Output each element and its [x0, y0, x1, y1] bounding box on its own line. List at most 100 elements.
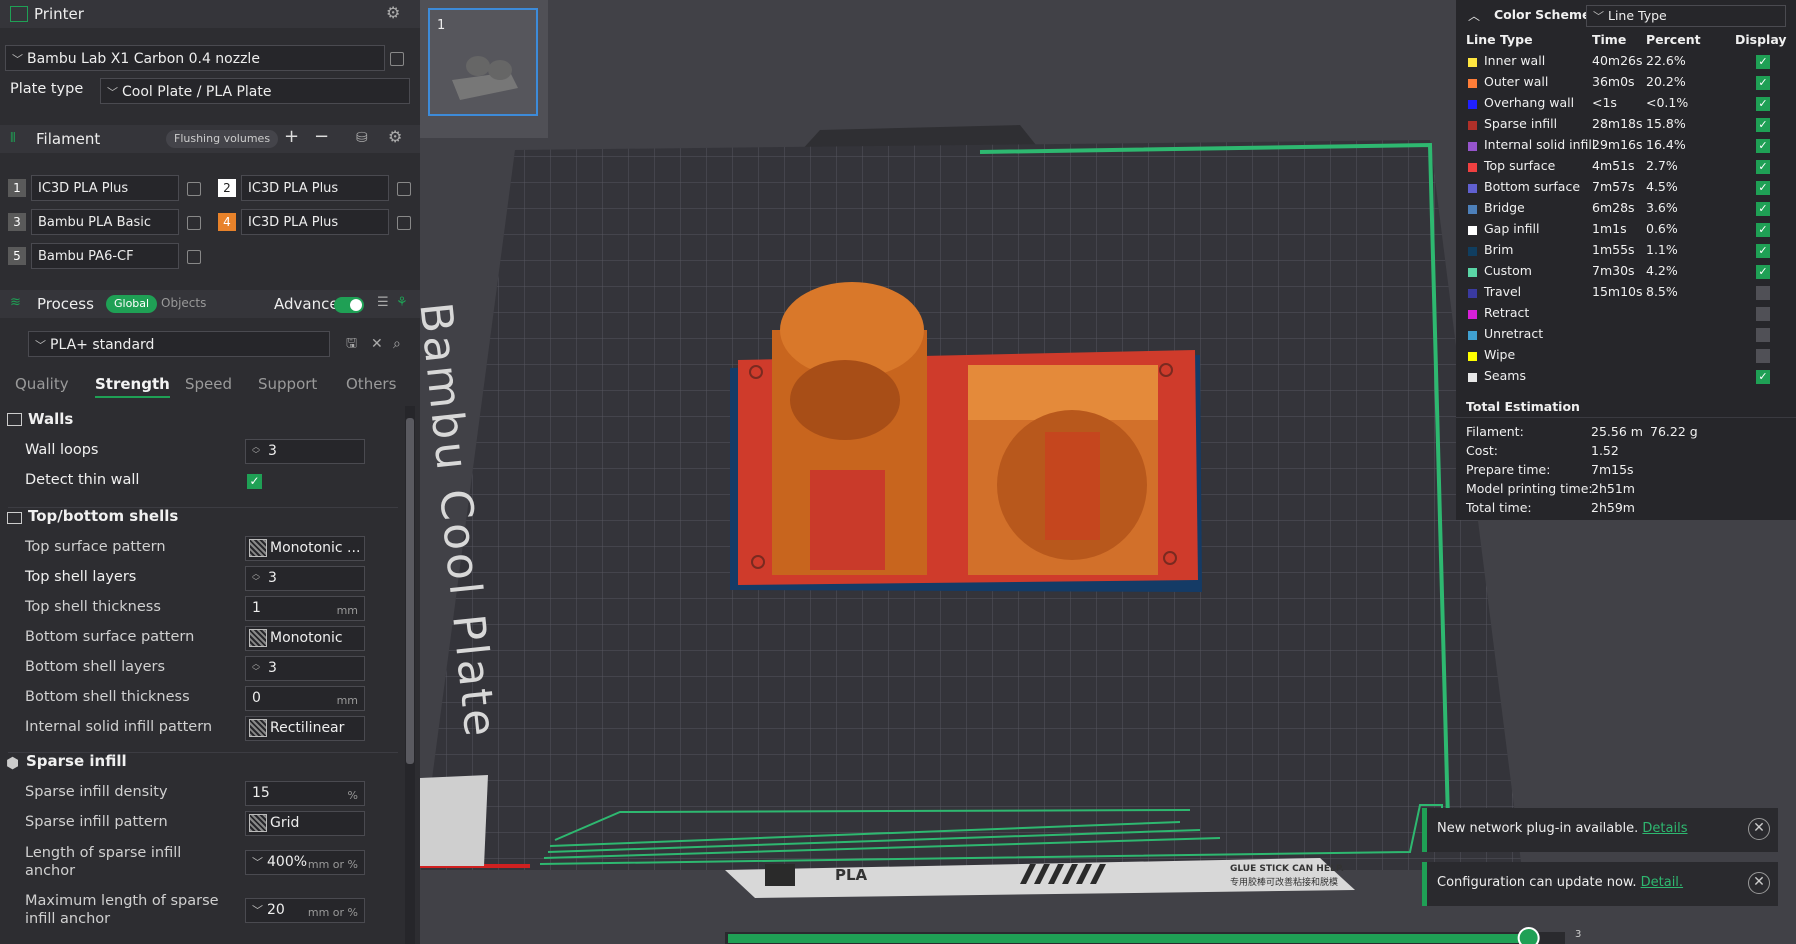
tab-quality[interactable]: Quality — [15, 375, 69, 393]
notification-detail-link[interactable]: Detail. — [1641, 875, 1683, 890]
line-type-name: Unretract — [1484, 326, 1544, 341]
top-shell-layers-value: 3 — [268, 570, 277, 586]
display-checkbox[interactable] — [1756, 307, 1770, 321]
printer-header: Printer ⚙ — [0, 0, 420, 28]
display-checkbox[interactable]: ✓ — [1756, 97, 1770, 111]
wall-loops-input[interactable]: ︿ ﹀ 3 — [245, 439, 365, 464]
line-type-time: 7m30s — [1592, 263, 1635, 278]
delete-preset-icon[interactable]: ✕ — [371, 336, 383, 352]
printer-select[interactable]: ﹀ Bambu Lab X1 Carbon 0.4 nozzle — [5, 45, 385, 71]
display-checkbox[interactable]: ✓ — [1756, 265, 1770, 279]
filament-settings-gear-icon[interactable]: ⚙ — [388, 129, 402, 145]
spin-arrows-icon[interactable]: ︿ ﹀ — [252, 660, 262, 676]
col-line-type: Line Type — [1466, 32, 1533, 47]
tab-strength[interactable]: Strength — [95, 375, 170, 398]
edit-filament-4-icon[interactable] — [397, 216, 411, 230]
objects-toggle[interactable]: Objects — [161, 296, 206, 310]
process-preset-select[interactable]: ﹀ PLA+ standard — [28, 331, 330, 357]
edit-filament-1-icon[interactable] — [187, 182, 201, 196]
display-checkbox[interactable] — [1756, 286, 1770, 300]
filament-5-swatch[interactable]: 5 — [8, 247, 26, 265]
top-surface-pattern-select[interactable]: Monotonic ... — [245, 536, 365, 561]
advance-switch[interactable] — [334, 297, 364, 313]
color-scheme-select[interactable]: ﹀ Line Type — [1586, 5, 1786, 27]
close-icon[interactable]: ✕ — [1748, 872, 1770, 894]
edit-filament-2-icon[interactable] — [397, 182, 411, 196]
sparse-infill-density-input[interactable]: 15% — [245, 781, 365, 806]
layer-slider-label: 3 — [1575, 929, 1582, 940]
filament-2-swatch[interactable]: 2 — [218, 179, 236, 197]
edit-printer-icon[interactable] — [390, 52, 404, 66]
bottom-shell-layers-input[interactable]: ︿ ﹀ 3 — [245, 656, 365, 681]
bottom-surface-pattern-select[interactable]: Monotonic — [245, 626, 365, 651]
top-shell-layers-input[interactable]: ︿ ﹀ 3 — [245, 566, 365, 591]
close-icon[interactable]: ✕ — [1748, 818, 1770, 840]
edit-filament-3-icon[interactable] — [187, 216, 201, 230]
filament-1-select[interactable]: IC3D PLA Plus — [31, 175, 179, 201]
total-value: 2h59m — [1591, 500, 1635, 515]
display-checkbox[interactable] — [1756, 328, 1770, 342]
display-checkbox[interactable]: ✓ — [1756, 244, 1770, 258]
display-checkbox[interactable]: ✓ — [1756, 55, 1770, 69]
sparse-infill-title: Sparse infill — [26, 752, 127, 770]
filament-sync-icon[interactable]: ⛁ — [356, 130, 368, 146]
display-checkbox[interactable]: ✓ — [1756, 139, 1770, 153]
bottom-shell-thickness-label: Bottom shell thickness — [25, 689, 190, 705]
tab-others[interactable]: Others — [346, 375, 396, 393]
detect-thin-wall-label: Detect thin wall — [25, 472, 140, 488]
layer-slider-handle[interactable] — [1517, 927, 1540, 944]
filament-1-swatch[interactable]: 1 — [8, 179, 26, 197]
display-checkbox[interactable]: ✓ — [1756, 118, 1770, 132]
display-checkbox[interactable]: ✓ — [1756, 76, 1770, 90]
top-shell-thickness-input[interactable]: 1 mm — [245, 596, 365, 621]
settings-scrollbar[interactable] — [405, 406, 415, 944]
filament-icon: ⦀ — [10, 131, 16, 146]
process-tune-icon[interactable]: ⚘ — [396, 295, 408, 311]
filament-4-select[interactable]: IC3D PLA Plus — [241, 209, 389, 235]
filament-4-swatch[interactable]: 4 — [218, 213, 236, 231]
line-type-name: Bottom surface — [1484, 179, 1581, 194]
display-checkbox[interactable]: ✓ — [1756, 202, 1770, 216]
add-filament-icon[interactable]: + — [284, 128, 299, 146]
display-checkbox[interactable]: ✓ — [1756, 370, 1770, 384]
internal-solid-infill-pattern-select[interactable]: Rectilinear — [245, 716, 365, 741]
scrollbar-thumb[interactable] — [406, 418, 414, 764]
search-icon[interactable]: ⌕ — [393, 336, 401, 352]
spin-arrows-icon[interactable]: ︿ ﹀ — [252, 570, 262, 586]
tab-support[interactable]: Support — [258, 375, 317, 393]
sparse-anchor-input[interactable]: ﹀ 400% mm or % — [245, 850, 365, 875]
filament-5-select[interactable]: Bambu PA6-CF — [31, 243, 179, 269]
collapse-chevron-icon[interactable]: ︿ — [1468, 8, 1480, 24]
flushing-volumes-button[interactable]: Flushing volumes — [166, 130, 279, 148]
display-checkbox[interactable]: ✓ — [1756, 160, 1770, 174]
filament-3-swatch[interactable]: 3 — [8, 213, 26, 231]
display-checkbox[interactable]: ✓ — [1756, 223, 1770, 237]
bottom-shell-thickness-input[interactable]: 0 mm — [245, 686, 365, 711]
printer-settings-gear-icon[interactable]: ⚙ — [386, 5, 400, 21]
edit-filament-5-icon[interactable] — [187, 250, 201, 264]
line-type-name: Custom — [1484, 263, 1532, 278]
walls-icon — [7, 413, 22, 426]
spin-arrows-icon[interactable]: ︿ ﹀ — [252, 443, 262, 459]
wall-loops-label: Wall loops — [25, 442, 99, 458]
global-toggle[interactable]: Global — [106, 295, 158, 313]
display-checkbox[interactable]: ✓ — [1756, 181, 1770, 195]
filament-2-select[interactable]: IC3D PLA Plus — [241, 175, 389, 201]
display-checkbox[interactable] — [1756, 349, 1770, 363]
notification-details-link[interactable]: Details — [1642, 821, 1687, 836]
tab-speed[interactable]: Speed — [185, 375, 232, 393]
max-sparse-anchor-label-line1: Maximum length of sparse — [25, 893, 219, 909]
sparse-infill-pattern-select[interactable]: Grid — [245, 811, 365, 836]
sparse-anchor-value: 400% — [267, 854, 308, 870]
total-row: Model printing time: 2h51m — [1456, 481, 1796, 502]
detect-thin-wall-checkbox[interactable]: ✓ — [247, 474, 262, 489]
plate-type-select[interactable]: ﹀ Cool Plate / PLA Plate — [100, 78, 410, 104]
save-preset-icon[interactable]: 🖫 — [346, 336, 357, 352]
compare-icon[interactable]: ☰ — [377, 295, 389, 311]
remove-filament-icon[interactable]: − — [314, 128, 329, 146]
filament-3-select[interactable]: Bambu PLA Basic — [31, 209, 179, 235]
filament-2-name: IC3D PLA Plus — [248, 181, 339, 196]
max-sparse-anchor-input[interactable]: ﹀ 20 mm or % — [245, 898, 365, 923]
plate-thumbnail[interactable]: 1 — [428, 8, 538, 116]
col-display: Display — [1735, 32, 1787, 47]
